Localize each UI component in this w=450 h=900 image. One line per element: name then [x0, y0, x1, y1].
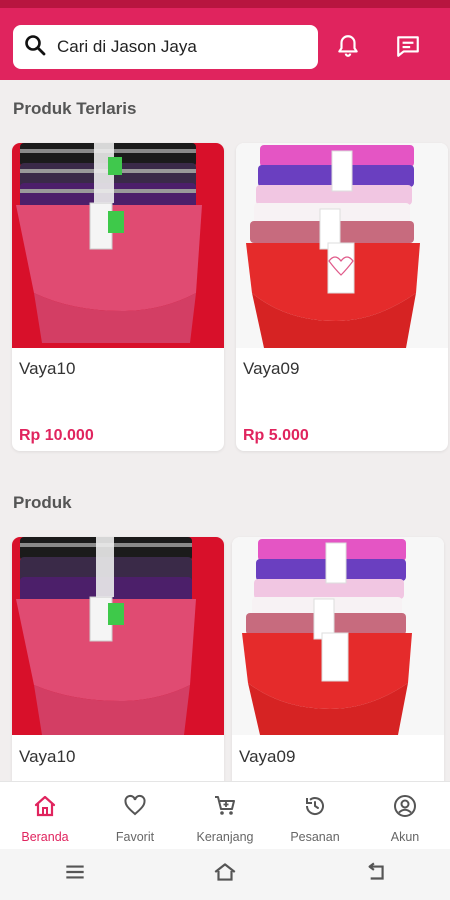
system-home-icon[interactable] [212, 859, 238, 890]
product-name: Vaya10 [19, 747, 76, 766]
nav-item-keranjang[interactable]: Keranjang [180, 782, 270, 849]
product-name: Vaya09 [239, 747, 296, 766]
product-card[interactable]: Vaya09 [232, 537, 444, 797]
bottom-navigation: Beranda Favorit Keranjang Pesanan Akun [0, 781, 450, 849]
chat-icon[interactable] [394, 32, 422, 60]
product-card[interactable]: Vaya09 Rp 5.000 [236, 143, 448, 451]
search-bar[interactable] [13, 25, 318, 69]
nav-label: Favorit [115, 830, 155, 844]
section-title-bestseller: Produk Terlaris [13, 99, 137, 118]
product-card[interactable]: Vaya10 Rp 10.000 [12, 143, 224, 451]
search-input[interactable] [57, 37, 297, 57]
search-icon [23, 33, 47, 62]
nav-label: Beranda [21, 830, 69, 844]
nav-label: Akun [390, 830, 420, 844]
nav-label: Keranjang [196, 830, 254, 844]
product-image [236, 143, 448, 348]
nav-item-akun[interactable]: Akun [360, 782, 450, 849]
status-bar [0, 0, 450, 8]
nav-item-beranda[interactable]: Beranda [0, 782, 90, 849]
product-image [12, 537, 224, 735]
nav-item-favorit[interactable]: Favorit [90, 782, 180, 849]
product-image [12, 143, 224, 348]
cart-icon [213, 794, 237, 823]
product-name: Vaya10 [19, 359, 76, 378]
app-header [0, 8, 450, 80]
back-icon[interactable] [362, 859, 388, 890]
recent-apps-icon[interactable] [62, 859, 88, 890]
product-card[interactable]: Vaya10 [12, 537, 224, 797]
system-navigation-bar [0, 849, 450, 900]
bell-icon[interactable] [334, 32, 362, 60]
product-image [232, 537, 444, 735]
heart-icon [123, 794, 147, 823]
account-icon [393, 794, 417, 823]
nav-label: Pesanan [290, 830, 340, 844]
product-name: Vaya09 [243, 359, 300, 378]
history-icon [303, 794, 327, 823]
home-icon [33, 794, 57, 823]
product-price: Rp 10.000 [19, 427, 94, 444]
product-price: Rp 5.000 [243, 427, 309, 444]
section-title-products: Produk [13, 493, 72, 512]
nav-item-pesanan[interactable]: Pesanan [270, 782, 360, 849]
